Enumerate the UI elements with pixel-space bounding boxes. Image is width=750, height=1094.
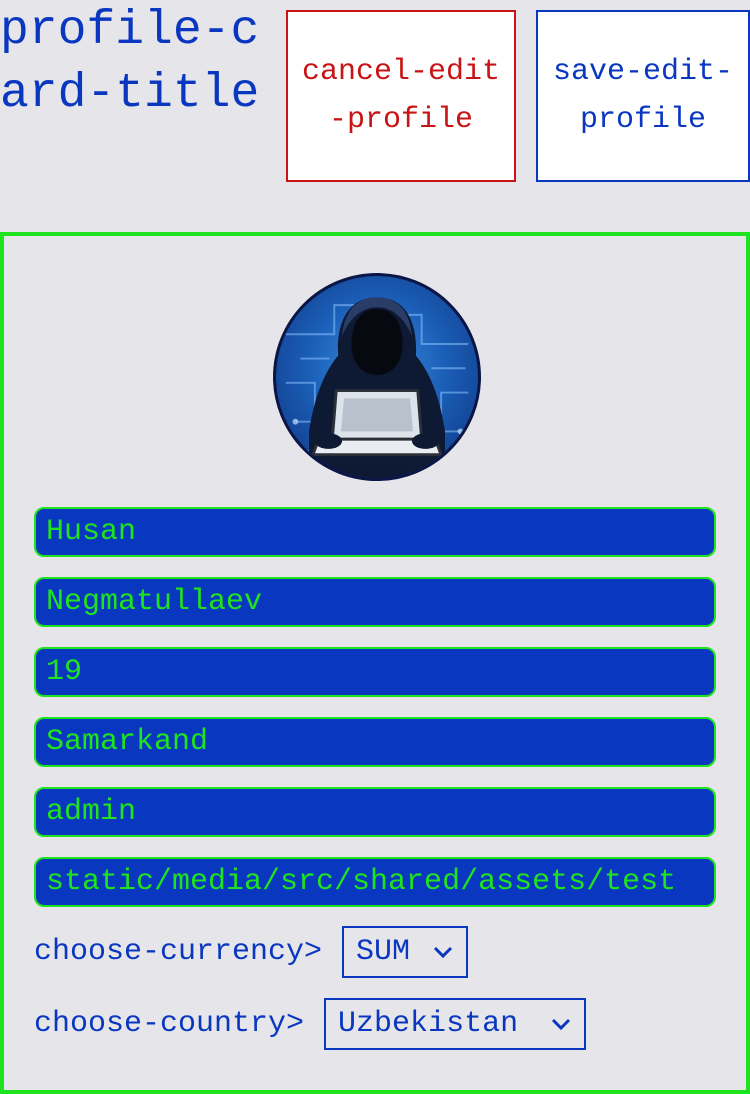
save-edit-profile-button[interactable]: save-edit-profile	[536, 10, 750, 182]
profile-card: choose-currency> SUM choose-country> Uzb…	[0, 232, 750, 1094]
chevron-down-icon	[433, 946, 453, 959]
currency-label: choose-currency>	[34, 935, 323, 969]
first-name-field[interactable]	[34, 507, 716, 557]
last-name-field[interactable]	[34, 577, 716, 627]
role-field[interactable]	[34, 787, 716, 837]
age-field[interactable]	[34, 647, 716, 697]
currency-select[interactable]: SUM	[342, 926, 469, 978]
avatar[interactable]	[273, 273, 481, 481]
page-title: profile-card-title	[0, 4, 260, 121]
chevron-down-icon	[551, 1018, 571, 1031]
city-field[interactable]	[34, 717, 716, 767]
hacker-avatar-icon	[285, 297, 469, 478]
country-select[interactable]: Uzbekistan	[324, 998, 587, 1050]
save-button-label: save-edit-profile	[552, 55, 734, 137]
country-selected: Uzbekistan	[338, 1007, 519, 1041]
country-label: choose-country>	[34, 1007, 305, 1041]
currency-row: choose-currency> SUM	[34, 926, 469, 978]
cancel-button-label: cancel-edit-profile	[301, 55, 501, 137]
image-path-field[interactable]	[34, 857, 716, 907]
cancel-edit-profile-button[interactable]: cancel-edit-profile	[286, 10, 516, 182]
currency-selected: SUM	[356, 935, 411, 969]
country-row: choose-country> Uzbekistan	[34, 998, 587, 1050]
